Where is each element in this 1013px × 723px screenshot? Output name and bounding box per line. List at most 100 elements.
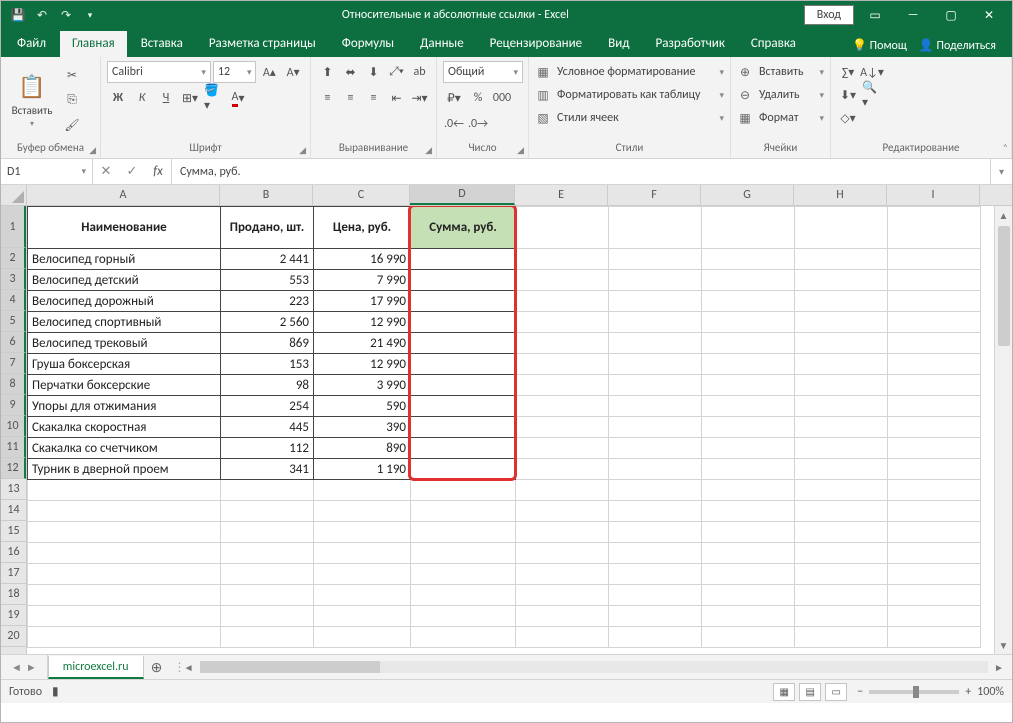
decrease-decimal-icon[interactable]: .0→ <box>467 113 489 135</box>
cell[interactable] <box>609 291 702 312</box>
cell[interactable] <box>888 501 981 522</box>
cell[interactable] <box>516 291 609 312</box>
cell[interactable] <box>795 459 888 480</box>
select-all-corner[interactable] <box>1 185 27 206</box>
formula-bar[interactable]: Сумма, руб. <box>172 159 990 184</box>
cell-qty[interactable]: 98 <box>221 375 314 396</box>
underline-icon[interactable]: Ч <box>155 87 177 109</box>
close-icon[interactable]: ✕ <box>972 4 1006 26</box>
cell[interactable] <box>28 501 221 522</box>
cell[interactable] <box>888 249 981 270</box>
cell-name[interactable]: Перчатки боксерские <box>28 375 221 396</box>
cell-qty[interactable]: 2 441 <box>221 249 314 270</box>
cell[interactable] <box>795 438 888 459</box>
grow-font-icon[interactable]: A▴ <box>258 61 280 83</box>
cell-price[interactable]: 590 <box>314 396 411 417</box>
cell[interactable] <box>888 627 981 648</box>
cell[interactable] <box>795 543 888 564</box>
autosum-icon[interactable]: ∑▾ <box>837 61 859 83</box>
cell-styles-button[interactable]: ▧Стили ячеек▾ <box>535 107 724 129</box>
cell-price[interactable]: 3 990 <box>314 375 411 396</box>
cell[interactable] <box>314 627 411 648</box>
border-icon[interactable]: ⊞▾ <box>179 87 201 109</box>
cell[interactable] <box>888 312 981 333</box>
cell[interactable] <box>314 543 411 564</box>
cell[interactable] <box>888 354 981 375</box>
cell-name[interactable]: Велосипед спортивный <box>28 312 221 333</box>
scroll-down-icon[interactable]: ▼ <box>995 636 1012 654</box>
maximize-icon[interactable]: ▢ <box>934 4 968 26</box>
sheet-next-icon[interactable]: ► <box>26 661 37 674</box>
cell-sum[interactable] <box>411 291 516 312</box>
cell[interactable] <box>795 564 888 585</box>
cell[interactable] <box>516 438 609 459</box>
cell-sum[interactable] <box>411 396 516 417</box>
insert-cells-button[interactable]: ⊕Вставить▾ <box>737 61 824 83</box>
view-page-break-icon[interactable]: ▭ <box>825 683 847 701</box>
merge-icon[interactable]: ⇥▾ <box>409 87 430 109</box>
cell[interactable] <box>411 522 516 543</box>
cell-name[interactable]: Груша боксерская <box>28 354 221 375</box>
row-header-16[interactable]: 16 <box>1 542 26 563</box>
cell[interactable] <box>516 417 609 438</box>
cell[interactable] <box>411 564 516 585</box>
cell-price[interactable]: 12 990 <box>314 354 411 375</box>
col-header-G[interactable]: G <box>701 185 794 205</box>
header-cell[interactable]: Наименование <box>28 207 221 249</box>
share-button[interactable]: 👤 Поделиться <box>919 38 996 53</box>
cell[interactable] <box>516 564 609 585</box>
cell[interactable] <box>516 354 609 375</box>
cell[interactable] <box>609 333 702 354</box>
col-header-B[interactable]: B <box>220 185 313 205</box>
enter-formula-icon[interactable]: ✓ <box>119 164 145 179</box>
align-bottom-icon[interactable]: ⬇ <box>363 61 384 83</box>
cell[interactable] <box>702 438 795 459</box>
shrink-font-icon[interactable]: A▾ <box>282 61 304 83</box>
cell[interactable] <box>702 312 795 333</box>
cell-name[interactable]: Скакалка со счетчиком <box>28 438 221 459</box>
qat-dropdown-icon[interactable]: ▾ <box>81 6 99 24</box>
cell[interactable] <box>888 438 981 459</box>
cell[interactable] <box>221 627 314 648</box>
cell[interactable] <box>888 291 981 312</box>
indent-decrease-icon[interactable]: ⇤ <box>386 87 407 109</box>
cell-qty[interactable]: 341 <box>221 459 314 480</box>
cell[interactable] <box>609 501 702 522</box>
row-header-17[interactable]: 17 <box>1 563 26 584</box>
cell[interactable] <box>221 606 314 627</box>
cell[interactable] <box>795 417 888 438</box>
cell[interactable] <box>516 396 609 417</box>
cell[interactable] <box>702 270 795 291</box>
cell-qty[interactable]: 153 <box>221 354 314 375</box>
clear-icon[interactable]: ◇▾ <box>837 107 859 129</box>
cell-qty[interactable]: 445 <box>221 417 314 438</box>
cell[interactable] <box>314 585 411 606</box>
col-header-C[interactable]: C <box>313 185 410 205</box>
font-size-combo[interactable]: 12▾ <box>213 61 257 83</box>
tab-layout[interactable]: Разметка страницы <box>197 31 328 57</box>
sheet-tab[interactable]: microexcel.ru <box>48 656 144 679</box>
cell-price[interactable]: 21 490 <box>314 333 411 354</box>
cell[interactable] <box>702 543 795 564</box>
format-painter-icon[interactable]: 🖌 <box>61 114 83 136</box>
cell[interactable] <box>702 459 795 480</box>
cell[interactable] <box>888 564 981 585</box>
row-header-7[interactable]: 7 <box>1 353 26 374</box>
cell[interactable] <box>314 564 411 585</box>
fx-icon[interactable]: fx <box>145 164 171 179</box>
cell[interactable] <box>795 291 888 312</box>
cell[interactable] <box>411 501 516 522</box>
bold-icon[interactable]: Ж <box>107 87 129 109</box>
row-header-13[interactable]: 13 <box>1 479 26 500</box>
clipboard-launcher-icon[interactable]: ◢ <box>89 145 96 156</box>
cell-price[interactable]: 7 990 <box>314 270 411 291</box>
copy-icon[interactable]: ⎘ <box>61 89 83 111</box>
cell-price[interactable]: 16 990 <box>314 249 411 270</box>
cell[interactable] <box>411 543 516 564</box>
login-button[interactable]: Вход <box>804 5 854 25</box>
cell[interactable] <box>888 333 981 354</box>
format-as-table-button[interactable]: ▥Форматировать как таблицу▾ <box>535 84 724 106</box>
save-icon[interactable]: 💾 <box>9 6 27 24</box>
cell-name[interactable]: Велосипед горный <box>28 249 221 270</box>
cell[interactable] <box>516 480 609 501</box>
